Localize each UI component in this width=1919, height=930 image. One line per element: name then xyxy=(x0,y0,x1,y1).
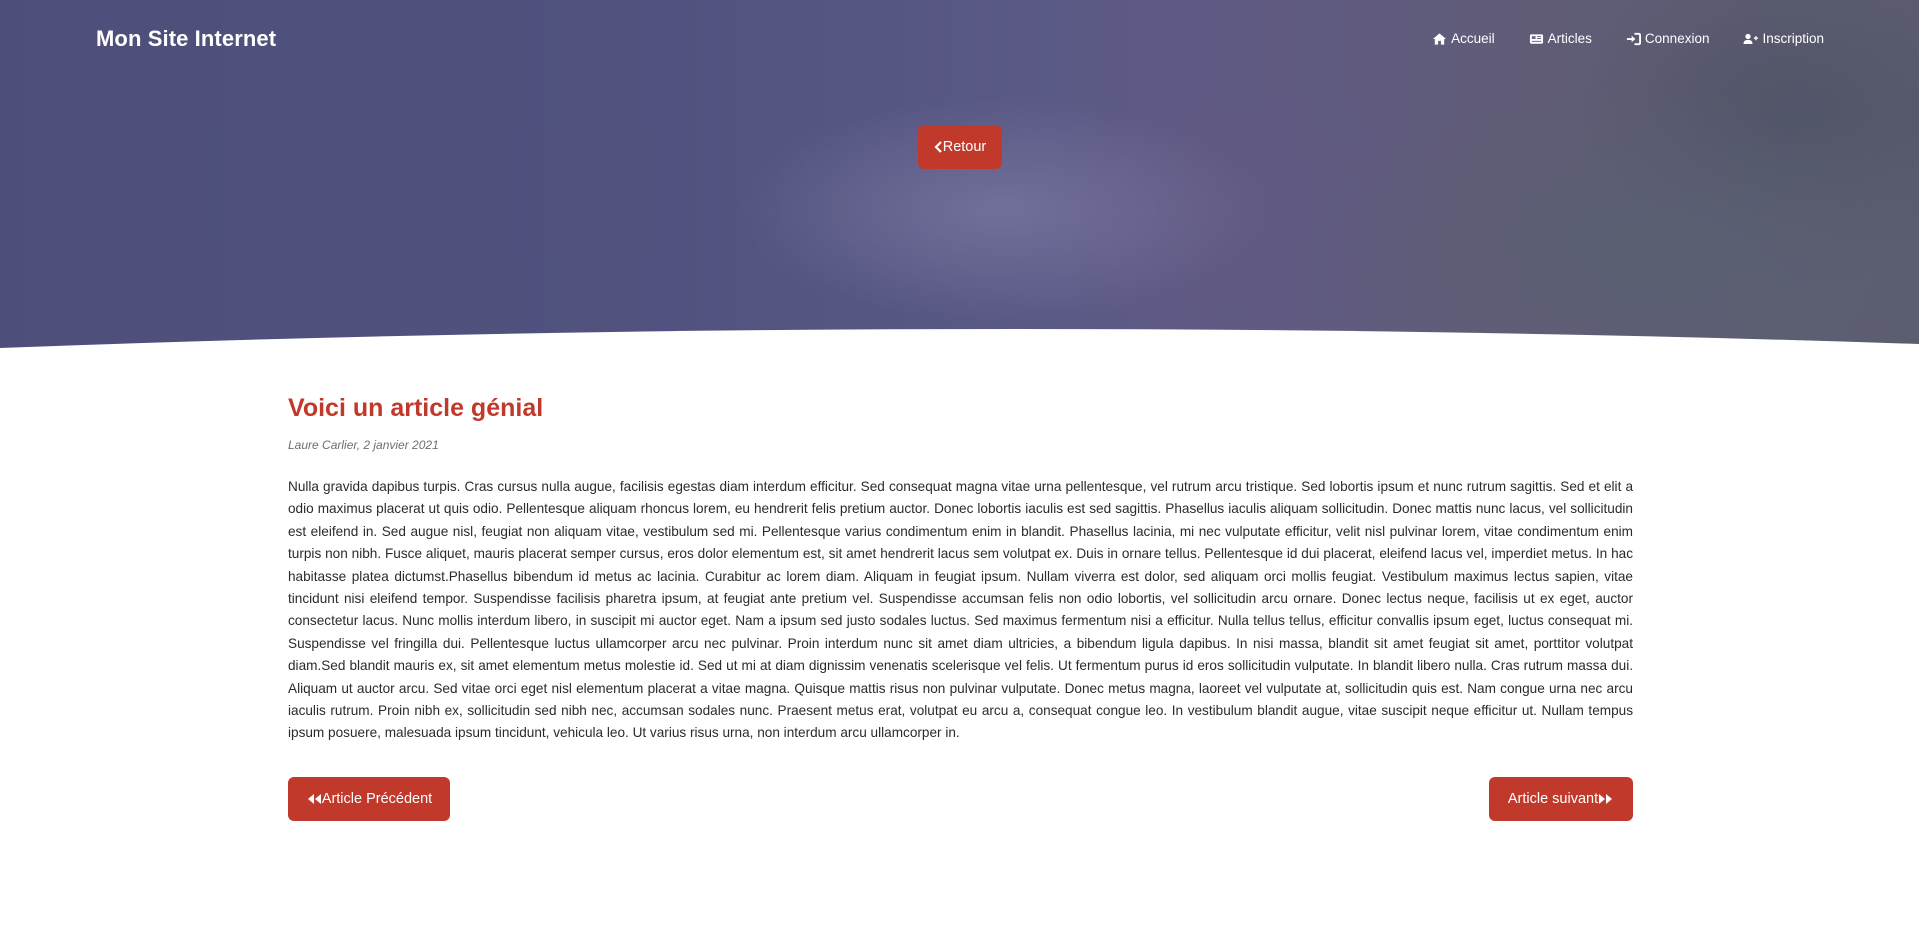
site-brand[interactable]: Mon Site Internet xyxy=(96,26,276,52)
previous-article-button[interactable]: Article Précédent xyxy=(288,777,450,821)
article: Voici un article génial Laure Carlier, 2… xyxy=(288,392,1633,758)
back-button-label: Retour xyxy=(942,139,987,155)
main-nav: Accueil Articles Connexion Inscription xyxy=(1432,31,1824,46)
next-article-label: Article suivant xyxy=(1507,791,1599,807)
sign-in-icon xyxy=(1626,32,1641,46)
nav-item-label: Inscription xyxy=(1762,31,1824,46)
nav-item-articles[interactable]: Articles xyxy=(1529,31,1592,46)
nav-item-accueil[interactable]: Accueil xyxy=(1432,31,1495,46)
newspaper-icon xyxy=(1529,32,1544,46)
home-icon xyxy=(1432,32,1447,46)
hero-banner: Mon Site Internet Accueil Articles Conne… xyxy=(0,0,1919,352)
hero-overlay xyxy=(0,0,1919,352)
next-article-button[interactable]: Article suivant xyxy=(1489,777,1633,821)
article-meta: Laure Carlier, 2 janvier 2021 xyxy=(288,438,439,452)
previous-article-label: Article Précédent xyxy=(321,791,433,807)
nav-item-label: Articles xyxy=(1547,31,1592,46)
nav-item-inscription[interactable]: Inscription xyxy=(1743,31,1824,46)
nav-item-connexion[interactable]: Connexion xyxy=(1626,31,1710,46)
back-button[interactable]: Retour xyxy=(918,125,1002,169)
forward-icon xyxy=(1598,793,1614,805)
nav-item-label: Accueil xyxy=(1451,31,1495,46)
article-body: Nulla gravida dapibus turpis. Cras cursu… xyxy=(288,479,1633,741)
hero-curve-divider xyxy=(0,328,1919,352)
chevron-left-icon xyxy=(934,141,943,153)
article-title: Voici un article génial xyxy=(288,394,544,422)
user-plus-icon xyxy=(1743,32,1759,46)
nav-item-label: Connexion xyxy=(1644,31,1710,46)
backward-icon xyxy=(306,793,322,805)
